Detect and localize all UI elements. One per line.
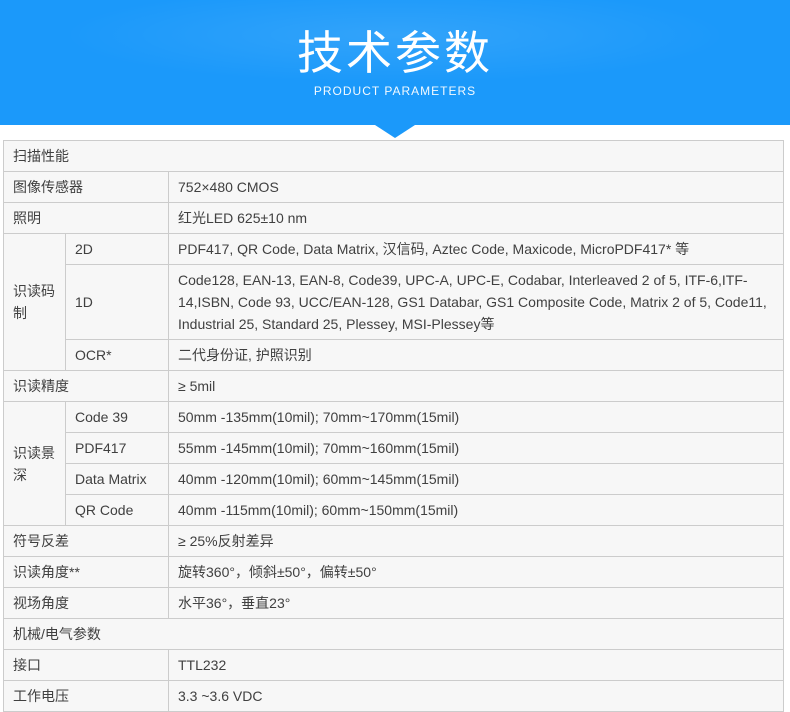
- table-row: 识读精度 ≥ 5mil: [4, 371, 784, 402]
- table-row: 工作电压 3.3 ~3.6 VDC: [4, 681, 784, 712]
- row-value: ≥ 25%反射差异: [169, 526, 784, 557]
- row-value: 3.3 ~3.6 VDC: [169, 681, 784, 712]
- row-value: PDF417, QR Code, Data Matrix, 汉信码, Aztec…: [169, 234, 784, 265]
- row-value: 水平36°，垂直23°: [169, 588, 784, 619]
- row-label: 接口: [4, 650, 169, 681]
- row-sublabel: QR Code: [66, 495, 169, 526]
- banner: 技术参数 PRODUCT PARAMETERS: [0, 0, 790, 125]
- row-sublabel: 1D: [66, 265, 169, 340]
- row-label: 识读精度: [4, 371, 169, 402]
- page-title: 技术参数: [0, 0, 790, 79]
- row-label: 图像传感器: [4, 172, 169, 203]
- row-sublabel: Data Matrix: [66, 464, 169, 495]
- row-label: 识读码制: [4, 234, 66, 371]
- spec-table: 扫描性能 图像传感器 752×480 CMOS 照明 红光LED 625±10 …: [3, 140, 784, 712]
- table-row: 识读角度** 旋转360°，倾斜±50°，偏转±50°: [4, 557, 784, 588]
- row-value: TTL232: [169, 650, 784, 681]
- table-row: 1D Code128, EAN-13, EAN-8, Code39, UPC-A…: [4, 265, 784, 340]
- table-row: 视场角度 水平36°，垂直23°: [4, 588, 784, 619]
- section-title: 扫描性能: [4, 141, 784, 172]
- row-value: 752×480 CMOS: [169, 172, 784, 203]
- table-row: PDF417 55mm -145mm(10mil); 70mm~160mm(15…: [4, 433, 784, 464]
- row-value: 二代身份证, 护照识别: [169, 340, 784, 371]
- row-label: 识读角度**: [4, 557, 169, 588]
- row-value: 旋转360°，倾斜±50°，偏转±50°: [169, 557, 784, 588]
- section-title: 机械/电气参数: [4, 619, 784, 650]
- row-sublabel: PDF417: [66, 433, 169, 464]
- row-label: 视场角度: [4, 588, 169, 619]
- table-row: Data Matrix 40mm -120mm(10mil); 60mm~145…: [4, 464, 784, 495]
- row-value: 55mm -145mm(10mil); 70mm~160mm(15mil): [169, 433, 784, 464]
- row-label: 符号反差: [4, 526, 169, 557]
- table-row: 识读码制 2D PDF417, QR Code, Data Matrix, 汉信…: [4, 234, 784, 265]
- row-sublabel: OCR*: [66, 340, 169, 371]
- table-row: 识读景深 Code 39 50mm -135mm(10mil); 70mm~17…: [4, 402, 784, 433]
- table-row: OCR* 二代身份证, 护照识别: [4, 340, 784, 371]
- row-value: 40mm -115mm(10mil); 60mm~150mm(15mil): [169, 495, 784, 526]
- row-value: 红光LED 625±10 nm: [169, 203, 784, 234]
- section-row: 扫描性能: [4, 141, 784, 172]
- page-subtitle: PRODUCT PARAMETERS: [0, 84, 790, 98]
- table-row: 照明 红光LED 625±10 nm: [4, 203, 784, 234]
- row-label: 照明: [4, 203, 169, 234]
- table-row: QR Code 40mm -115mm(10mil); 60mm~150mm(1…: [4, 495, 784, 526]
- table-row: 接口 TTL232: [4, 650, 784, 681]
- row-value: 50mm -135mm(10mil); 70mm~170mm(15mil): [169, 402, 784, 433]
- row-sublabel: Code 39: [66, 402, 169, 433]
- table-row: 图像传感器 752×480 CMOS: [4, 172, 784, 203]
- row-value: ≥ 5mil: [169, 371, 784, 402]
- row-value: 40mm -120mm(10mil); 60mm~145mm(15mil): [169, 464, 784, 495]
- table-row: 符号反差 ≥ 25%反射差异: [4, 526, 784, 557]
- row-sublabel: 2D: [66, 234, 169, 265]
- row-value: Code128, EAN-13, EAN-8, Code39, UPC-A, U…: [169, 265, 784, 340]
- banner-arrow-down-icon: [375, 125, 415, 138]
- row-label: 识读景深: [4, 402, 66, 526]
- section-row: 机械/电气参数: [4, 619, 784, 650]
- row-label: 工作电压: [4, 681, 169, 712]
